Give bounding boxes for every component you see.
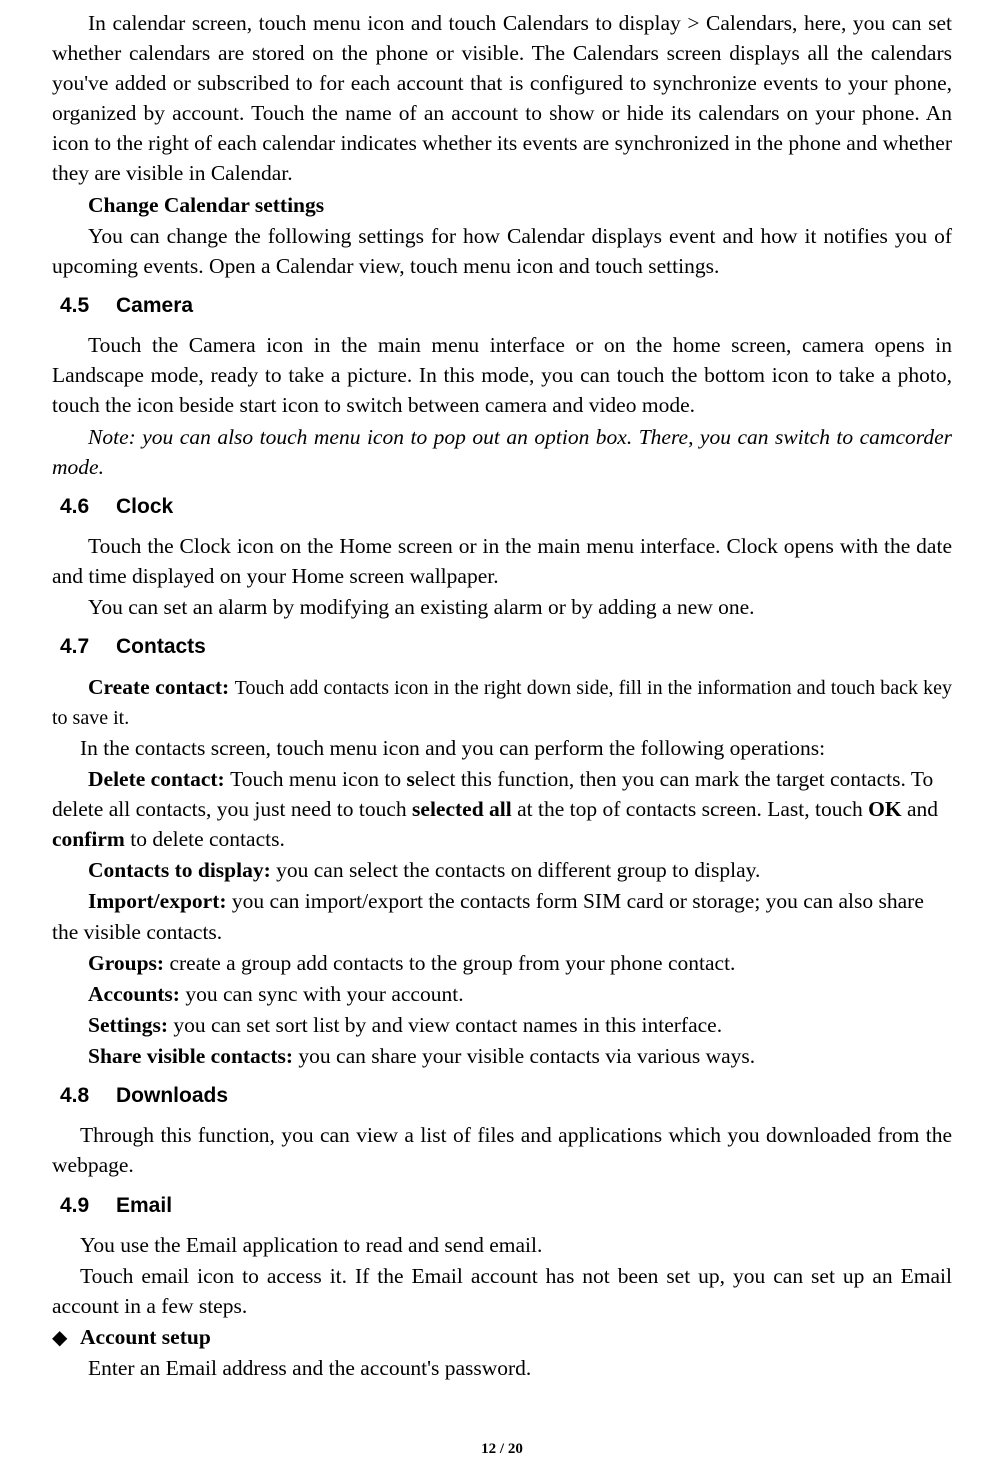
paragraph-calendar-intro: In calendar screen, touch menu icon and … xyxy=(52,8,952,189)
paragraph-create-contact: Create contact: Touch add contacts icon … xyxy=(52,672,952,732)
text-contacts-display: you can select the contacts on different… xyxy=(276,858,760,882)
section-title: Camera xyxy=(116,294,193,317)
section-heading-email: 4.9Email xyxy=(60,1191,952,1220)
label-create-contact: Create contact: xyxy=(88,675,235,699)
label-import-export: Import/export: xyxy=(88,889,232,913)
paragraph-email-a: You use the Email application to read an… xyxy=(52,1230,952,1260)
label-groups: Groups: xyxy=(88,951,169,975)
text-delete-c: selected all xyxy=(412,797,512,821)
heading-change-calendar-settings: Change Calendar settings xyxy=(52,190,952,220)
label-delete-contact: Delete contact: xyxy=(88,767,230,791)
text-groups: create a group add contacts to the group… xyxy=(169,951,735,975)
text-delete-e: OK xyxy=(868,797,901,821)
heading-text: Change Calendar settings xyxy=(88,193,324,217)
paragraph-delete-contact: Delete contact: Touch menu icon to selec… xyxy=(52,764,952,854)
text-settings: you can set sort list by and view contac… xyxy=(173,1013,722,1037)
section-title: Clock xyxy=(116,495,173,518)
paragraph-clock-b: You can set an alarm by modifying an exi… xyxy=(52,592,952,622)
text-share-visible: you can share your visible contacts via … xyxy=(298,1044,755,1068)
paragraph-camera-a: Touch the Camera icon in the main menu i… xyxy=(52,330,952,420)
paragraph-change-calendar: You can change the following settings fo… xyxy=(52,221,952,281)
section-number: 4.6 xyxy=(60,492,116,521)
section-heading-camera: 4.5Camera xyxy=(60,291,952,320)
text-delete-d: at the top of contacts screen. Last, tou… xyxy=(512,797,868,821)
label-contacts-display: Contacts to display: xyxy=(88,858,276,882)
paragraph-settings: Settings: you can set sort list by and v… xyxy=(52,1010,952,1040)
label-accounts: Accounts: xyxy=(88,982,185,1006)
paragraph-account-setup: Enter an Email address and the account's… xyxy=(52,1353,952,1383)
section-heading-clock: 4.6Clock xyxy=(60,492,952,521)
paragraph-clock-a: Touch the Clock icon on the Home screen … xyxy=(52,531,952,591)
text-delete-a: Touch menu icon to xyxy=(230,767,406,791)
text-delete-f: and xyxy=(902,797,938,821)
section-number: 4.5 xyxy=(60,291,116,320)
paragraph-camera-note: Note: you can also touch menu icon to po… xyxy=(52,422,952,482)
section-title: Email xyxy=(116,1194,172,1217)
diamond-bullet-icon: ◆ xyxy=(52,1324,80,1352)
paragraph-downloads: Through this function, you can view a li… xyxy=(52,1120,952,1180)
text-delete-h: to delete contacts. xyxy=(125,827,285,851)
section-heading-downloads: 4.8Downloads xyxy=(60,1081,952,1110)
section-title: Contacts xyxy=(116,635,206,658)
text-delete-s: s xyxy=(407,767,415,791)
section-title: Downloads xyxy=(116,1084,228,1107)
paragraph-accounts: Accounts: you can sync with your account… xyxy=(52,979,952,1009)
paragraph-email-b: Touch email icon to access it. If the Em… xyxy=(52,1261,952,1321)
section-number: 4.9 xyxy=(60,1191,116,1220)
paragraph-import-export: Import/export: you can import/export the… xyxy=(52,886,952,946)
page-footer: 12 / 20 xyxy=(0,1439,1004,1460)
bullet-account-setup: ◆Account setup xyxy=(52,1322,952,1352)
paragraph-share-visible: Share visible contacts: you can share yo… xyxy=(52,1041,952,1071)
section-number: 4.8 xyxy=(60,1081,116,1110)
paragraph-contacts-operations: In the contacts screen, touch menu icon … xyxy=(52,733,952,763)
paragraph-contacts-to-display: Contacts to display: you can select the … xyxy=(52,855,952,885)
label-settings: Settings: xyxy=(88,1013,173,1037)
section-heading-contacts: 4.7Contacts xyxy=(60,632,952,661)
text-accounts: you can sync with your account. xyxy=(185,982,463,1006)
paragraph-groups: Groups: create a group add contacts to t… xyxy=(52,948,952,978)
text-delete-g: confirm xyxy=(52,827,125,851)
label-account-setup: Account setup xyxy=(80,1325,211,1349)
document-page: In calendar screen, touch menu icon and … xyxy=(0,0,1004,1466)
label-share-visible: Share visible contacts: xyxy=(88,1044,298,1068)
section-number: 4.7 xyxy=(60,632,116,661)
